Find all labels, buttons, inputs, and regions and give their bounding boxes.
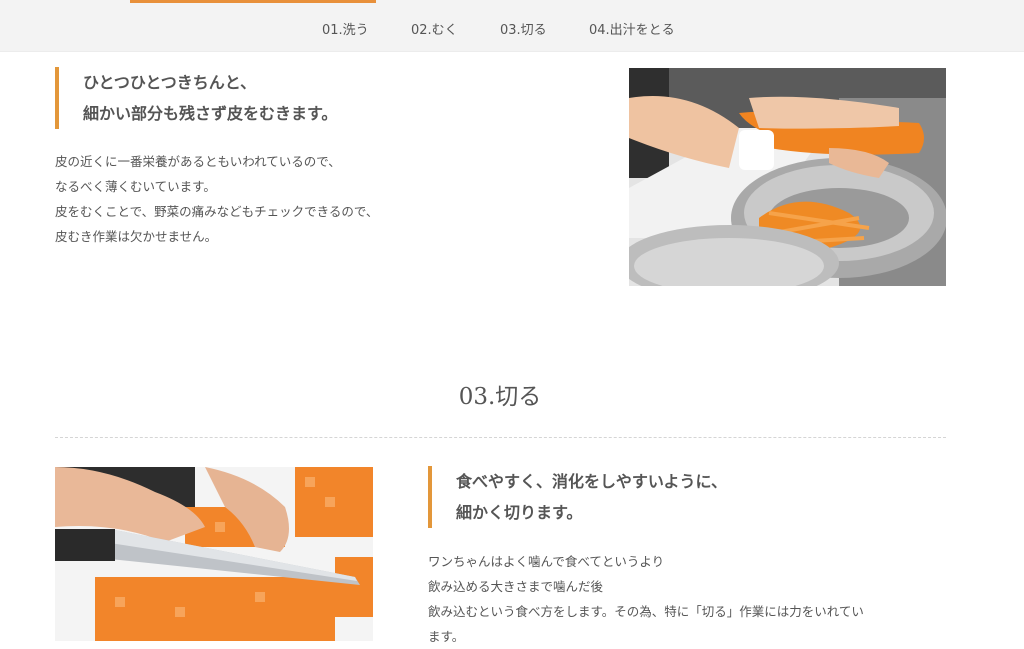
cut-body-line: 飲み込める大きさまで噛んだ後	[428, 579, 604, 594]
cut-body-line: ます。	[428, 629, 465, 644]
cut-body-line: 飲み込むという食べ方をします。その為、特に「切る」作業には力をいれてい	[428, 604, 864, 619]
peel-body-line: 皮の近くに一番栄養があるともいわれているので、	[55, 154, 341, 169]
cut-headline-line: 食べやすく、消化をしやすいように、	[456, 472, 728, 491]
cut-headline-line: 細かく切ります。	[456, 503, 583, 522]
peel-body-line: なるべく薄くむいています。	[55, 179, 216, 194]
cut-body-line: ワンちゃんはよく噛んで食べてというより	[428, 554, 665, 569]
peel-headline-line: 細かい部分も残さず皮をむきます。	[83, 104, 338, 123]
nav-active-indicator	[130, 0, 376, 3]
section-divider	[55, 437, 946, 438]
nav-item-broth[interactable]: 04.出汁をとる	[589, 19, 675, 38]
peel-body-line: 皮をむくことで、野菜の痛みなどもチェックできるので、	[55, 204, 379, 219]
cut-body: ワンちゃんはよく噛んで食べてというより 飲み込める大きさまで噛んだ後 飲み込むと…	[428, 549, 864, 649]
nav-item-peel[interactable]: 02.むく	[411, 19, 458, 38]
section-title-cut: 03.切る	[458, 384, 542, 410]
peel-body-line: 皮むき作業は欠かせません。	[55, 229, 218, 244]
carrot-peeling-photo	[629, 68, 946, 286]
peel-headline-line: ひとつひとつきちんと、	[83, 73, 257, 92]
nav-item-wash[interactable]: 01.洗う	[322, 19, 369, 38]
peel-body: 皮の近くに一番栄養があるともいわれているので、 なるべく薄くむいています。 皮を…	[55, 149, 378, 249]
nav-item-cut[interactable]: 03.切る	[500, 19, 547, 38]
cut-headline: 食べやすく、消化をしやすいように、 細かく切ります。	[428, 466, 727, 528]
carrot-dicing-photo	[55, 467, 373, 641]
section-nav: 01.洗う 02.むく 03.切る 04.出汁をとる	[0, 0, 1024, 52]
peel-headline: ひとつひとつきちんと、 細かい部分も残さず皮をむきます。	[55, 67, 337, 129]
